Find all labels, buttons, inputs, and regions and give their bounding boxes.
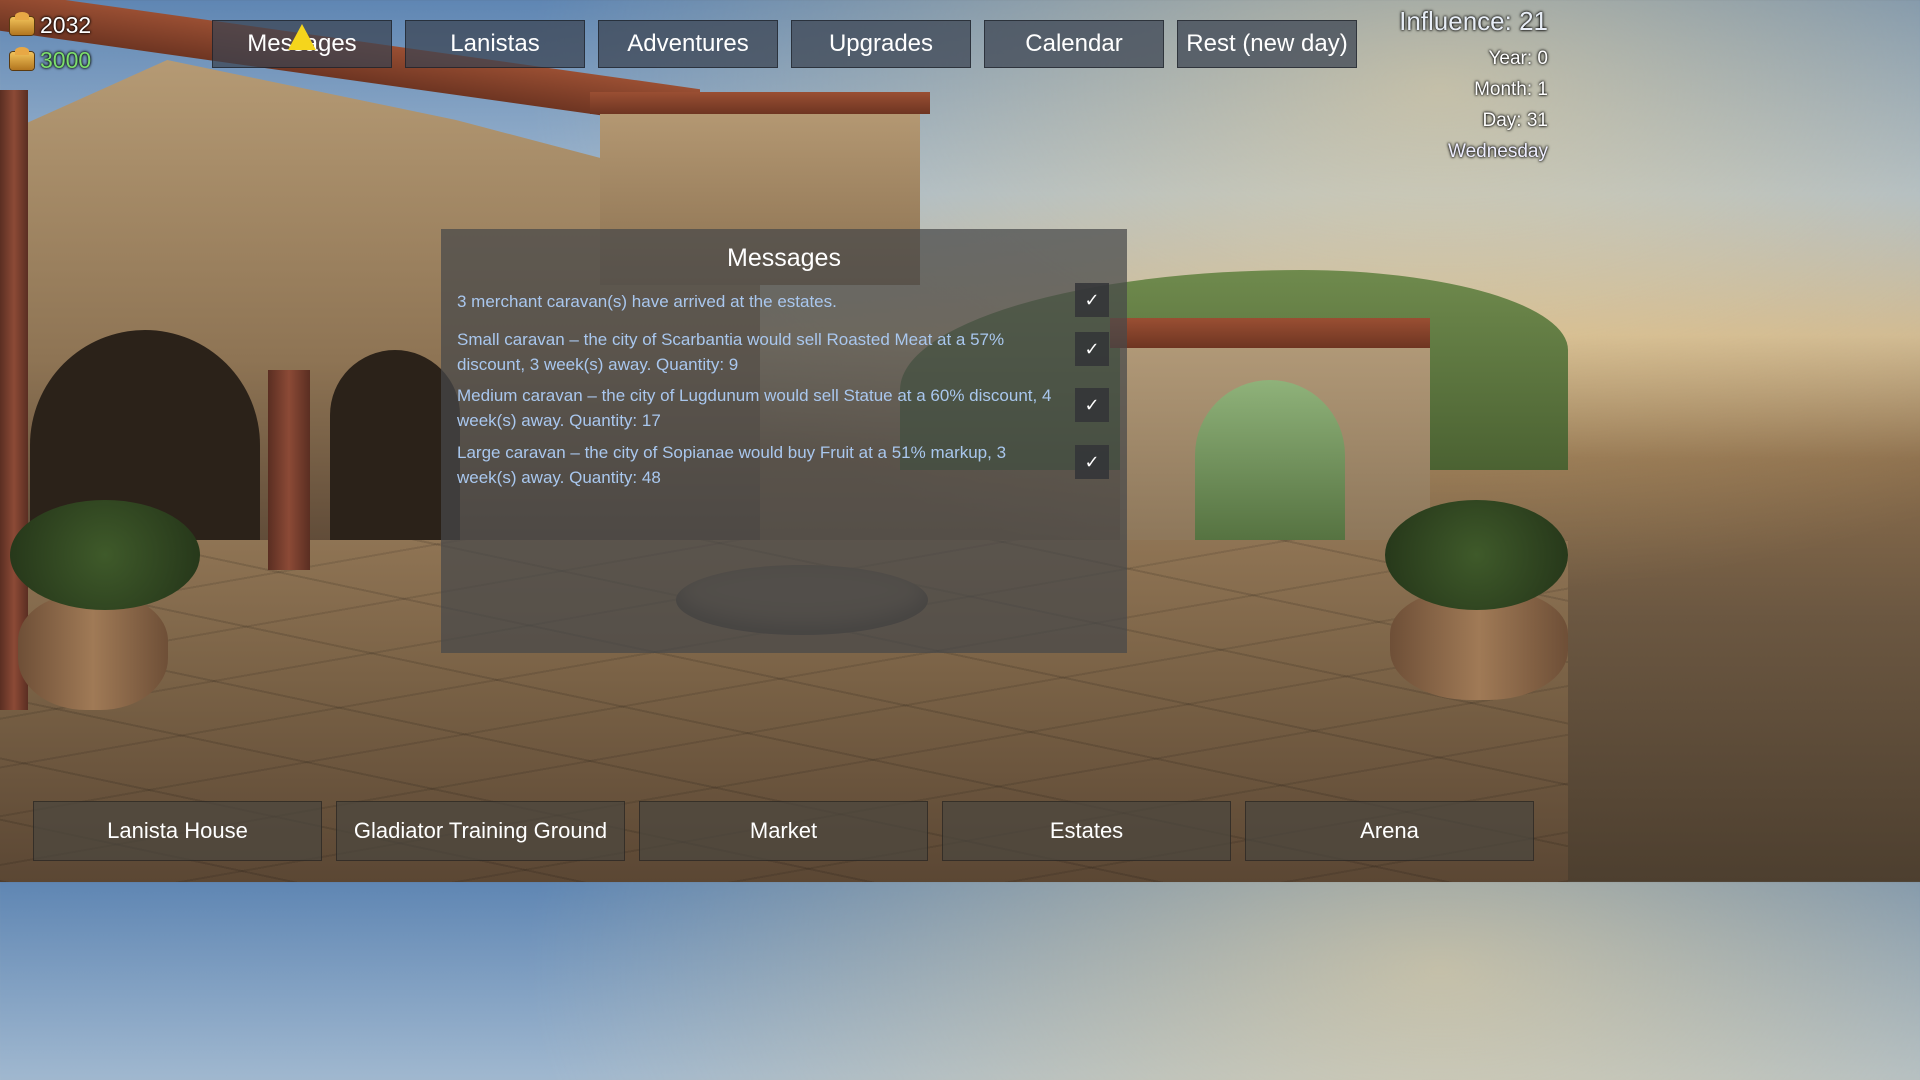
gate-roof (1110, 318, 1430, 348)
gate-arch-view (1195, 380, 1345, 560)
gold-value: 2032 (40, 12, 92, 38)
panel-title: Messages (727, 244, 841, 272)
message-item: Large caravan – the city of Sopianae wou… (457, 443, 1007, 487)
acknowledge-button[interactable]: ✓ (1075, 388, 1109, 422)
mouse-cursor-icon (288, 24, 316, 50)
lanista-house-button[interactable]: Lanista House (33, 801, 322, 861)
acknowledge-button[interactable]: ✓ (1075, 283, 1109, 317)
column (0, 90, 28, 710)
gold-icon (10, 11, 34, 35)
message-item: Small caravan – the city of Scarbantia w… (457, 330, 1005, 374)
flower-bush (1385, 500, 1568, 610)
lanistas-button[interactable]: Lanistas (405, 20, 585, 68)
food-counter: 3000 (10, 46, 92, 74)
planter-pot (18, 595, 168, 710)
estates-button[interactable]: Estates (942, 801, 1231, 861)
column (268, 370, 310, 570)
calendar-button[interactable]: Calendar (984, 20, 1164, 68)
acknowledge-button[interactable]: ✓ (1075, 332, 1109, 366)
message-item: 3 merchant caravan(s) have arrived at th… (457, 292, 837, 311)
adventures-button[interactable]: Adventures (598, 20, 778, 68)
gladiator-training-ground-button[interactable]: Gladiator Training Ground (336, 801, 625, 861)
planter-pot (1390, 590, 1568, 700)
portico-arch (30, 330, 260, 560)
weekday-value: Wednesday (1448, 141, 1548, 162)
day-value: Day: 31 (1482, 110, 1548, 131)
food-value: 3000 (40, 47, 92, 73)
food-icon (10, 46, 34, 70)
arena-button[interactable]: Arena (1245, 801, 1534, 861)
flower-bush (10, 500, 200, 610)
gold-counter: 2032 (10, 11, 92, 39)
date-status: Influence: 21 Year: 0 Month: 1 Day: 31 W… (1399, 6, 1548, 167)
year-value: Year: 0 (1488, 48, 1548, 69)
courtyard-gate (1120, 320, 1430, 560)
rest-new-day-button[interactable]: Rest (new day) (1177, 20, 1357, 68)
top-navigation: Messages Lanistas Adventures Upgrades Ca… (212, 20, 1357, 68)
messages-panel: Messages 3 merchant caravan(s) have arri… (441, 229, 1127, 653)
location-navigation: Lanista House Gladiator Training Ground … (33, 801, 1534, 861)
market-button[interactable]: Market (639, 801, 928, 861)
influence-value: Influence: 21 (1399, 6, 1548, 36)
tower-roof (590, 92, 930, 114)
month-value: Month: 1 (1474, 79, 1548, 100)
upgrades-button[interactable]: Upgrades (791, 20, 971, 68)
message-item: Medium caravan – the city of Lugdunum wo… (457, 386, 1052, 430)
acknowledge-button[interactable]: ✓ (1075, 445, 1109, 479)
